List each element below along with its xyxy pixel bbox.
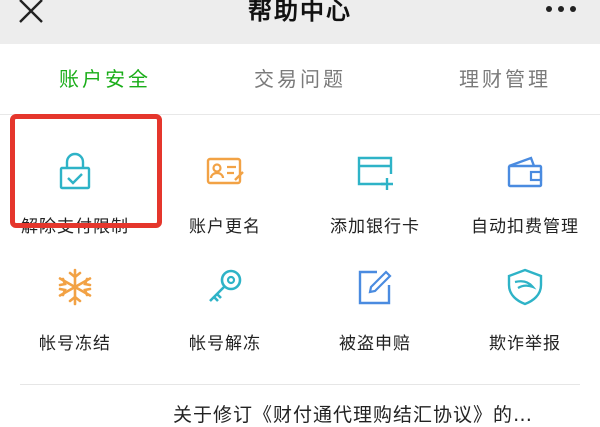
edit-note-icon (358, 270, 392, 305)
lock-check-icon (59, 152, 91, 190)
tab-account-security[interactable]: 账户安全 (30, 44, 180, 114)
item-theft-claim[interactable]: 被盗申赔 (300, 249, 450, 369)
key-icon (209, 269, 242, 302)
service-grid: 解除支付限制 账户更名 添加银行卡 自动扣费管理 帐号冻结 帐号解冻 被盗申赔 … (0, 114, 600, 384)
tab-wealth-management[interactable]: 理财管理 (420, 44, 590, 114)
snowflake-icon (58, 268, 92, 306)
item-label: 解除支付限制 (21, 217, 129, 237)
page-title: 帮助中心 (248, 0, 352, 25)
item-unfreeze-account[interactable]: 帐号解冻 (150, 249, 300, 369)
item-auto-deduction[interactable]: 自动扣费管理 (450, 124, 600, 244)
item-label: 帐号冻结 (39, 334, 111, 354)
more-icon[interactable] (544, 0, 578, 20)
item-fraud-report[interactable]: 欺诈举报 (450, 249, 600, 369)
item-label: 自动扣费管理 (471, 217, 579, 237)
id-card-icon (206, 157, 244, 185)
item-label: 被盗申赔 (339, 334, 411, 354)
add-card-icon (357, 156, 393, 190)
category-tabs: 账户安全 交易问题 理财管理 (0, 44, 600, 115)
item-freeze-account[interactable]: 帐号冻结 (0, 249, 150, 369)
item-label: 帐号解冻 (189, 334, 261, 354)
item-label: 添加银行卡 (330, 217, 420, 237)
item-remove-payment-limit[interactable]: 解除支付限制 (0, 124, 150, 244)
divider (20, 384, 580, 385)
tab-transaction-issues[interactable]: 交易问题 (225, 44, 375, 114)
item-label: 欺诈举报 (489, 334, 561, 354)
wallet-icon (507, 156, 543, 188)
item-rename-account[interactable]: 账户更名 (150, 124, 300, 244)
notice-link[interactable]: 关于修订《财付通代理购结汇协议》的… (173, 400, 593, 427)
shield-icon (507, 268, 543, 306)
item-label: 账户更名 (189, 217, 261, 237)
item-add-bank-card[interactable]: 添加银行卡 (300, 124, 450, 244)
top-bar: 帮助中心 (0, 0, 600, 44)
